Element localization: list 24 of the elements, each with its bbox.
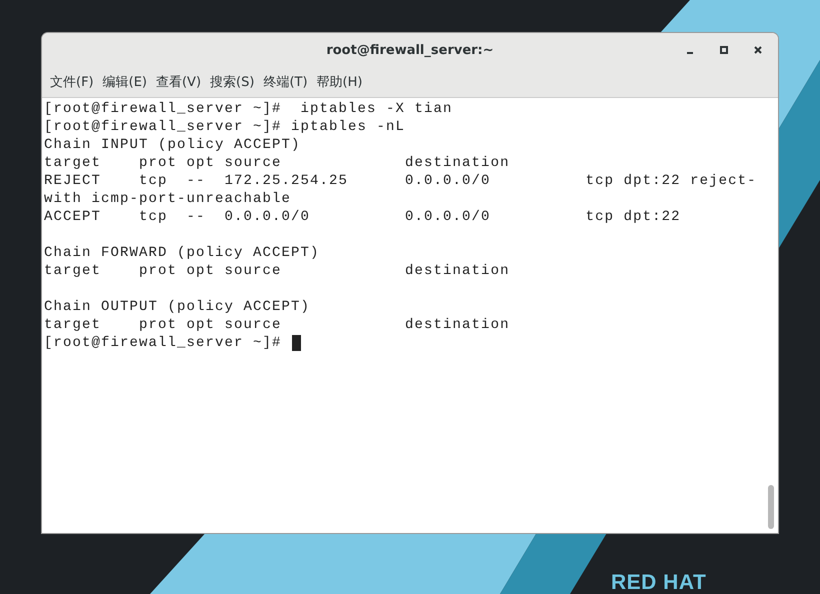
text-cursor xyxy=(292,335,301,351)
terminal-line: Chain OUTPUT (policy ACCEPT) xyxy=(44,298,312,316)
menu-item[interactable]: 查看(V) xyxy=(156,73,202,91)
terminal-line: [root@firewall_server ~]# iptables -nL xyxy=(44,118,406,136)
terminal-line: Chain INPUT (policy ACCEPT) xyxy=(44,136,302,154)
terminal-prompt: [root@firewall_server ~]# xyxy=(44,334,282,352)
terminal-line: with icmp-port-unreachable xyxy=(44,190,292,208)
terminal-line: [root@firewall_server ~]# iptables -X tian xyxy=(44,100,454,118)
terminal-line: target prot opt source destination xyxy=(44,154,511,172)
terminal-line: target prot opt source destination xyxy=(44,316,511,334)
menu-item[interactable]: 搜索(S) xyxy=(210,73,254,91)
menu-item[interactable]: 编辑(E) xyxy=(102,73,147,91)
terminal-line: ACCEPT tcp -- 0.0.0.0/0 0.0.0.0/0 tcp dpt:22 xyxy=(44,208,682,226)
menu-item[interactable]: 帮助(H) xyxy=(316,73,362,91)
terminal-line: Chain FORWARD (policy ACCEPT) xyxy=(44,244,321,262)
brand-logo: RED HAT xyxy=(611,570,706,594)
close-icon xyxy=(754,46,762,54)
window-title: root@firewall_server:~ xyxy=(326,42,494,58)
scrollbar-thumb[interactable] xyxy=(768,485,774,529)
menu-item[interactable]: 终端(T) xyxy=(263,73,308,91)
terminal-line: REJECT tcp -- 172.25.254.25 0.0.0.0/0 tcp dpt:22 reject- xyxy=(44,172,758,190)
terminal-line: target prot opt source destination xyxy=(44,262,511,280)
maximize-icon xyxy=(720,46,728,54)
menu-item[interactable]: 文件(F) xyxy=(50,73,94,91)
